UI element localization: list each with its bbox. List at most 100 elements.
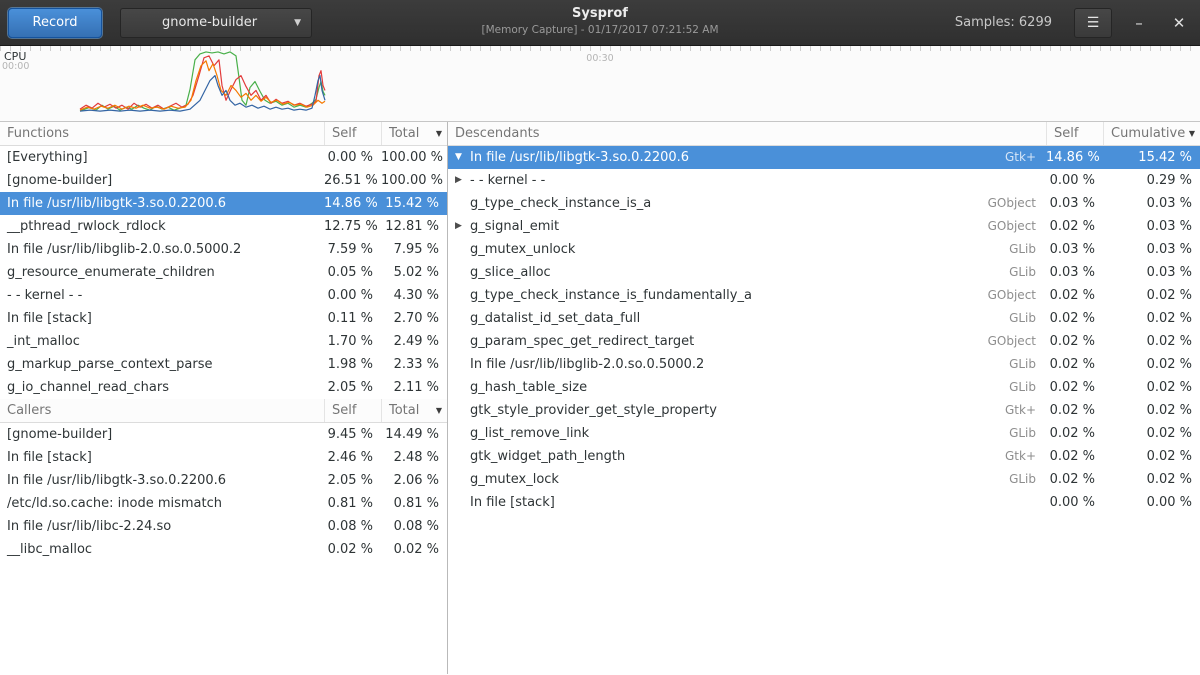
descendants-table: Descendants Self Cumulative ▼ ▼In file /… <box>448 122 1200 514</box>
table-row[interactable]: g_datalist_id_set_data_fullGLib0.02 %0.0… <box>448 307 1200 330</box>
process-selector-dropdown[interactable]: gnome-builder ▼ <box>120 8 312 38</box>
table-row[interactable]: In file [stack]0.11 %2.70 % <box>0 307 447 330</box>
minimize-icon: – <box>1135 14 1143 32</box>
table-row[interactable]: [Everything]0.00 %100.00 % <box>0 146 447 169</box>
sort-descending-icon: ▼ <box>1189 122 1195 145</box>
category-label: GLib <box>934 422 1046 445</box>
row-label: g_slice_alloc <box>470 261 551 284</box>
table-row[interactable]: g_markup_parse_context_parse1.98 %2.33 % <box>0 353 447 376</box>
row-label: In file [stack] <box>7 307 92 330</box>
self-value: 0.00 % <box>324 284 381 307</box>
self-value: 0.03 % <box>1046 238 1103 261</box>
table-row[interactable]: In file /usr/lib/libgtk-3.so.0.2200.62.0… <box>0 469 447 492</box>
category-label: GLib <box>934 468 1046 491</box>
callers-row-list: [gnome-builder]9.45 %14.49 %In file [sta… <box>0 423 447 561</box>
cumulative-column-header[interactable]: Cumulative ▼ <box>1103 122 1200 145</box>
table-row[interactable]: __libc_malloc 0.02 %0.02 % <box>0 538 447 561</box>
total-value: 0.02 % <box>1103 422 1200 445</box>
table-row[interactable]: In file [stack]0.00 %0.00 % <box>448 491 1200 514</box>
table-row[interactable]: g_slice_allocGLib0.03 %0.03 % <box>448 261 1200 284</box>
process-selector-label: gnome-builder <box>131 15 288 30</box>
table-row[interactable]: In file /usr/lib/libc-2.24.so0.08 %0.08 … <box>0 515 447 538</box>
expander-open-icon[interactable]: ▼ <box>455 146 470 169</box>
table-row[interactable]: ▶g_signal_emitGObject0.02 %0.03 % <box>448 215 1200 238</box>
total-value: 0.29 % <box>1103 169 1200 192</box>
total-value: 2.33 % <box>381 353 447 376</box>
expander-closed-icon[interactable]: ▶ <box>455 169 470 192</box>
total-column-header[interactable]: Total ▼ <box>381 399 447 422</box>
cpu-graph-area[interactable]: CPU 00:00 00:30 <box>0 46 1200 122</box>
self-column-header[interactable]: Self <box>324 122 381 145</box>
self-column-header[interactable]: Self <box>324 399 381 422</box>
self-value: 0.02 % <box>324 538 381 561</box>
functions-row-list: [Everything]0.00 %100.00 %[gnome-builder… <box>0 146 447 399</box>
total-value: 2.70 % <box>381 307 447 330</box>
table-row[interactable]: _int_malloc1.70 %2.49 % <box>0 330 447 353</box>
table-row[interactable]: g_type_check_instance_is_fundamentally_a… <box>448 284 1200 307</box>
category-label: GObject <box>934 215 1046 238</box>
time-label-mid: 00:30 <box>586 53 613 64</box>
table-row[interactable]: [gnome-builder]26.51 %100.00 % <box>0 169 447 192</box>
functions-column-header[interactable]: Functions <box>0 122 324 145</box>
self-column-header[interactable]: Self <box>1046 122 1103 145</box>
total-value: 0.02 % <box>381 538 447 561</box>
table-row[interactable]: In file /usr/lib/libglib-2.0.so.0.5000.2… <box>448 353 1200 376</box>
category-label: GLib <box>934 376 1046 399</box>
table-row[interactable]: g_param_spec_get_redirect_targetGObject0… <box>448 330 1200 353</box>
total-value: 0.03 % <box>1103 215 1200 238</box>
window-minimize-button[interactable]: – <box>1126 8 1152 38</box>
table-row[interactable]: gtk_style_provider_get_style_propertyGtk… <box>448 399 1200 422</box>
row-label: g_hash_table_size <box>470 376 587 399</box>
table-row[interactable]: g_hash_table_sizeGLib0.02 %0.02 % <box>448 376 1200 399</box>
self-value: 1.70 % <box>324 330 381 353</box>
row-label: In file /usr/lib/libglib-2.0.so.0.5000.2 <box>470 353 704 376</box>
table-row[interactable]: In file [stack]2.46 %2.48 % <box>0 446 447 469</box>
samples-count: Samples: 6299 <box>955 15 1052 30</box>
total-column-header[interactable]: Total ▼ <box>381 122 447 145</box>
window-title-block: Sysprof [Memory Capture] - 01/17/2017 07… <box>481 6 718 36</box>
self-value: 0.02 % <box>1046 468 1103 491</box>
window-close-button[interactable]: ✕ <box>1166 8 1192 38</box>
menu-button[interactable]: ☰ <box>1074 8 1112 38</box>
table-row[interactable]: g_mutex_lockGLib0.02 %0.02 % <box>448 468 1200 491</box>
table-row[interactable]: g_mutex_unlockGLib0.03 %0.03 % <box>448 238 1200 261</box>
self-value: 0.02 % <box>1046 376 1103 399</box>
total-value: 2.11 % <box>381 376 447 399</box>
cpu-orange-line <box>80 61 325 110</box>
category-label: GLib <box>934 238 1046 261</box>
table-row[interactable]: ▶- - kernel - -0.00 %0.29 % <box>448 169 1200 192</box>
category-label: GLib <box>934 261 1046 284</box>
table-row[interactable]: g_resource_enumerate_children0.05 %5.02 … <box>0 261 447 284</box>
record-button[interactable]: Record <box>8 8 102 38</box>
table-row[interactable]: gtk_widget_path_lengthGtk+0.02 %0.02 % <box>448 445 1200 468</box>
self-value: 0.02 % <box>1046 422 1103 445</box>
self-header-label: Self <box>332 399 381 422</box>
table-row[interactable]: g_io_channel_read_chars 2.05 %2.11 % <box>0 376 447 399</box>
descendants-column-header[interactable]: Descendants <box>448 122 1046 145</box>
sort-descending-icon: ▼ <box>436 399 442 422</box>
table-row[interactable]: /etc/ld.so.cache: inode mismatch0.81 %0.… <box>0 492 447 515</box>
row-label: gtk_style_provider_get_style_property <box>470 399 717 422</box>
table-row[interactable]: g_list_remove_linkGLib0.02 %0.02 % <box>448 422 1200 445</box>
row-label: g_param_spec_get_redirect_target <box>470 330 694 353</box>
row-label: g_io_channel_read_chars <box>7 376 169 399</box>
total-value: 15.42 % <box>1103 146 1200 169</box>
table-row[interactable]: In file /usr/lib/libglib-2.0.so.0.5000.2… <box>0 238 447 261</box>
expander-closed-icon[interactable]: ▶ <box>455 215 470 238</box>
table-row[interactable]: ▼In file /usr/lib/libgtk-3.so.0.2200.6Gt… <box>448 146 1200 169</box>
self-value: 2.05 % <box>324 376 381 399</box>
table-row[interactable]: g_type_check_instance_is_aGObject0.03 %0… <box>448 192 1200 215</box>
row-label: __libc_malloc <box>7 538 92 561</box>
self-value: 0.81 % <box>324 492 381 515</box>
row-label: In file [stack] <box>7 446 92 469</box>
table-row[interactable]: - - kernel - -0.00 %4.30 % <box>0 284 447 307</box>
cumulative-header-label: Cumulative <box>1111 122 1189 145</box>
self-value: 7.59 % <box>324 238 381 261</box>
callers-column-header[interactable]: Callers <box>0 399 324 422</box>
table-row[interactable]: __pthread_rwlock_rdlock12.75 %12.81 % <box>0 215 447 238</box>
table-row[interactable]: [gnome-builder]9.45 %14.49 % <box>0 423 447 446</box>
total-value: 0.02 % <box>1103 399 1200 422</box>
total-value: 0.00 % <box>1103 491 1200 514</box>
total-value: 0.02 % <box>1103 353 1200 376</box>
table-row[interactable]: In file /usr/lib/libgtk-3.so.0.2200.614.… <box>0 192 447 215</box>
